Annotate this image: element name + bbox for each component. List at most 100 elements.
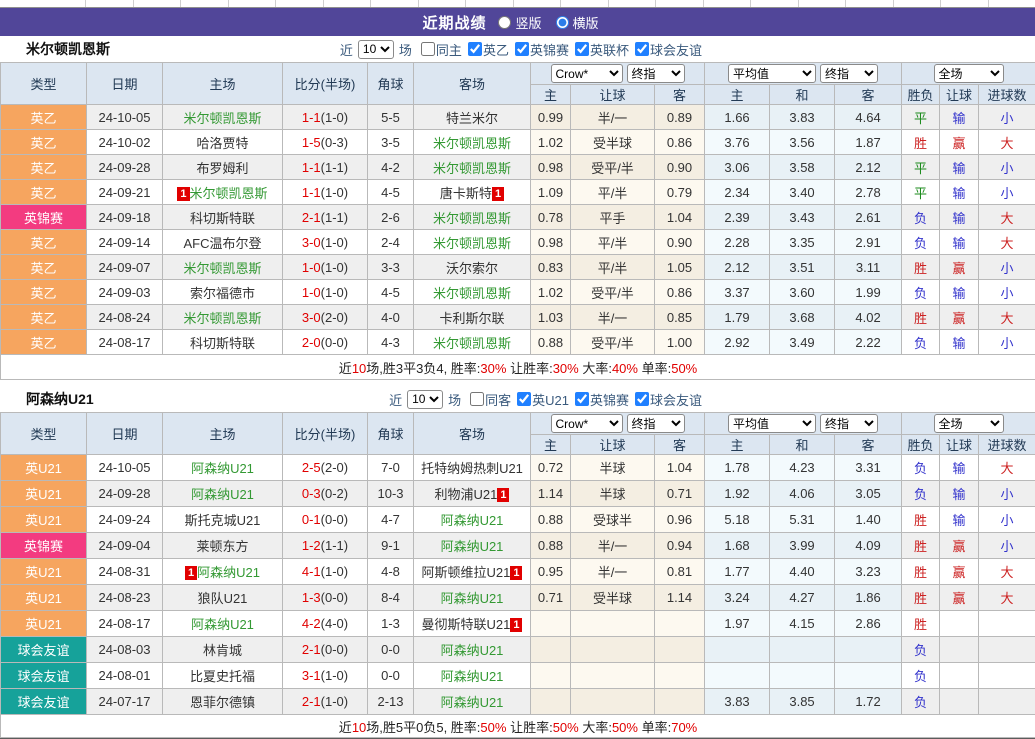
bookmaker-odds-cell: 0.90 [655, 155, 705, 180]
corner-cell: 4-5 [368, 180, 414, 205]
titlebar: 近期战绩 竖版 横版 [0, 8, 1035, 36]
avg-odds-time-select[interactable]: 终指 [820, 64, 878, 83]
same-venue-option[interactable]: 同客 [464, 390, 511, 409]
vertical-layout-radio[interactable] [498, 16, 511, 29]
league-filter-option[interactable]: 英联杯 [569, 40, 629, 59]
bookmaker-odds-cell: 半/一 [571, 105, 655, 130]
match-row: 英乙24-08-24米尔顿凯恩斯3-0(2-0)4-0卡利斯尔联1.03半/一0… [1, 305, 1035, 330]
score-cell: 1-3(0-0) [283, 585, 368, 611]
league-label: 球会友谊 [650, 40, 702, 59]
bookmaker-odds-cell: 平/半 [571, 230, 655, 255]
team-name: 索尔福德市 [190, 286, 255, 301]
competition-badge: 英U21 [1, 585, 87, 611]
horizontal-layout-option[interactable]: 横版 [556, 13, 599, 32]
avg-odds-cell: 4.02 [835, 305, 902, 330]
score-cell: 2-1(1-1) [283, 205, 368, 230]
red-card-badge: 1 [185, 566, 197, 580]
same-venue-option[interactable]: 同主 [415, 40, 462, 59]
outcome-cell: 胜 [902, 130, 940, 155]
avg-odds-cell: 3.58 [770, 155, 835, 180]
avg-odds-select[interactable]: 平均值 [728, 64, 816, 83]
competition-badge: 球会友谊 [1, 689, 87, 715]
avg-odds-cell: 2.61 [835, 205, 902, 230]
league-checkbox[interactable] [575, 392, 589, 406]
horizontal-layout-radio[interactable] [556, 16, 569, 29]
avg-odds-cell: 3.35 [770, 230, 835, 255]
competition-badge: 英乙 [1, 280, 87, 305]
avg-odds-cell: 1.99 [835, 280, 902, 305]
odds-time-select[interactable]: 终指 [627, 64, 685, 83]
league-checkbox[interactable] [575, 42, 589, 56]
league-checkbox[interactable] [517, 392, 531, 406]
col-home-odds: 主 [531, 85, 571, 105]
match-count-select[interactable]: 10 [358, 40, 394, 59]
bookmaker-odds-cell: 0.79 [655, 180, 705, 205]
bookmaker-odds-cell: 1.05 [655, 255, 705, 280]
summary-text: 大率: [579, 720, 612, 735]
home-team-cell: 狼队U21 [163, 585, 283, 611]
avg-odds-select[interactable]: 平均值 [728, 414, 816, 433]
avg-odds-cell: 3.49 [770, 330, 835, 355]
outcome-cell: 负 [902, 330, 940, 355]
league-filter-option[interactable]: 球会友谊 [629, 390, 702, 409]
corner-cell: 4-8 [368, 559, 414, 585]
summary-text: 让胜率: [506, 720, 552, 735]
competition-badge: 英乙 [1, 105, 87, 130]
outcome-cell [940, 637, 979, 663]
avg-odds-cell: 2.91 [835, 230, 902, 255]
summary-row: 近10场,胜3平3负4, 胜率:30% 让胜率:30% 大率:40% 单率:50… [1, 355, 1035, 380]
team-name: AFC温布尔登 [183, 236, 261, 251]
odds-time-select[interactable]: 终指 [627, 414, 685, 433]
date-cell: 24-08-17 [87, 611, 163, 637]
avg-odds-cell [835, 637, 902, 663]
col-handicap-result: 让球 [940, 85, 979, 105]
league-filter-option[interactable]: 英锦赛 [509, 40, 569, 59]
same-venue-label: 同主 [436, 40, 462, 59]
league-filter-option[interactable]: 英乙 [462, 40, 509, 59]
home-team-cell: 布罗姆利 [163, 155, 283, 180]
col-away: 客场 [414, 413, 531, 455]
avg-odds-cell: 2.92 [705, 330, 770, 355]
league-filter-option[interactable]: 英锦赛 [569, 390, 629, 409]
bookmaker-odds-cell: 1.14 [655, 585, 705, 611]
col-score: 比分(半场) [283, 413, 368, 455]
team-name: 布罗姆利 [196, 161, 248, 176]
home-team-cell: 1米尔顿凯恩斯 [163, 180, 283, 205]
same-venue-checkbox[interactable] [421, 42, 435, 56]
bookmaker-select[interactable]: Crow* [551, 414, 623, 433]
league-filter-option[interactable]: 球会友谊 [629, 40, 702, 59]
period-select[interactable]: 全场 [934, 414, 1004, 433]
avg-odds-time-select[interactable]: 终指 [820, 414, 878, 433]
same-venue-checkbox[interactable] [470, 392, 484, 406]
col-avg-draw: 和 [770, 435, 835, 455]
avg-odds-cell: 3.31 [835, 455, 902, 481]
col-home: 主场 [163, 413, 283, 455]
league-checkbox[interactable] [468, 42, 482, 56]
outcome-cell: 小 [979, 180, 1035, 205]
team-name: 阿森纳U21 [191, 487, 254, 502]
summary-text: 50% [612, 720, 638, 735]
home-team-cell: 比夏史托福 [163, 663, 283, 689]
league-checkbox[interactable] [635, 392, 649, 406]
away-team-cell: 阿森纳U21 [414, 585, 531, 611]
bookmaker-odds-cell: 0.88 [531, 330, 571, 355]
score-cell: 4-1(1-0) [283, 559, 368, 585]
outcome-cell [979, 663, 1035, 689]
red-card-badge: 1 [510, 618, 522, 632]
bookmaker-odds-cell: 半/一 [571, 305, 655, 330]
bookmaker-odds-cell: 0.99 [531, 105, 571, 130]
corner-cell: 2-13 [368, 689, 414, 715]
vertical-layout-option[interactable]: 竖版 [498, 13, 541, 32]
outcome-cell: 大 [979, 585, 1035, 611]
league-checkbox[interactable] [515, 42, 529, 56]
bookmaker-select[interactable]: Crow* [551, 64, 623, 83]
summary-text: 40% [612, 361, 638, 376]
avg-odds-cell: 2.12 [835, 155, 902, 180]
match-count-select[interactable]: 10 [407, 390, 443, 409]
league-checkbox[interactable] [635, 42, 649, 56]
period-select[interactable]: 全场 [934, 64, 1004, 83]
bookmaker-odds-cell: 1.00 [655, 330, 705, 355]
avg-odds-cell: 1.66 [705, 105, 770, 130]
league-filter-option[interactable]: 英U21 [511, 390, 569, 409]
outcome-cell: 大 [979, 130, 1035, 155]
